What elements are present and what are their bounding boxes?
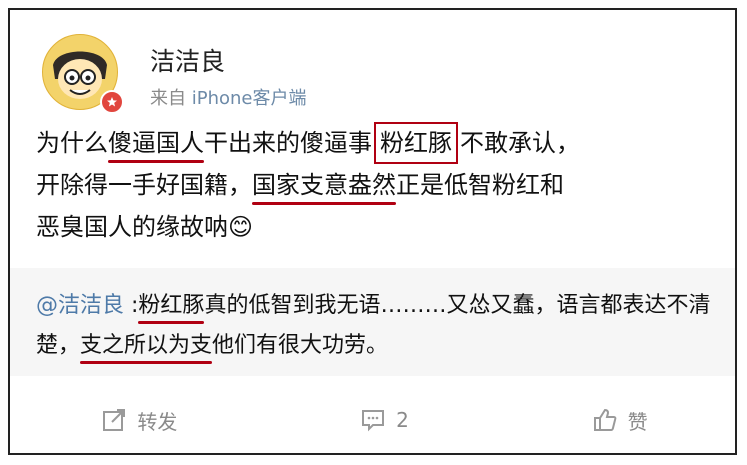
underlined-phrase: 傻逼国人 — [108, 129, 204, 157]
action-bar: 转发 2 赞 — [10, 390, 735, 450]
boxed-phrase: 粉红豚 — [374, 122, 458, 164]
mention-link[interactable]: @洁洁良 — [36, 293, 124, 318]
quote-text: @洁洁良 :粉红豚真的低智到我无语………又怂又蠢，语言都表达不清楚，支之所以为支… — [36, 286, 711, 366]
smile-emoji-icon: 😊 — [228, 213, 254, 241]
verified-badge-icon — [100, 90, 124, 114]
text-segment: 干出来的傻逼事 — [204, 129, 372, 157]
text-segment: 不敢承认， — [460, 129, 580, 157]
post-source: 来自 iPhone客户端 — [150, 84, 307, 110]
quoted-reply: @洁洁良 :粉红豚真的低智到我无语………又怂又蠢，语言都表达不清楚，支之所以为支… — [10, 268, 735, 376]
underlined-phrase: 国家支意盎然 — [252, 171, 396, 199]
share-button[interactable]: 转发 — [101, 406, 177, 435]
comment-icon — [362, 410, 385, 432]
source-client[interactable]: iPhone客户端 — [192, 88, 307, 109]
text-segment: 为什么 — [36, 129, 108, 157]
text-segment: 他们有很大功劳。 — [212, 333, 389, 358]
text-segment: : — [124, 293, 139, 318]
source-prefix: 来自 — [150, 88, 186, 109]
share-icon — [103, 409, 126, 431]
weibo-post-card: 洁洁良 来自 iPhone客户端 为什么傻逼国人干出来的傻逼事 粉红豚 不敢承认， … — [8, 8, 737, 455]
text-segment: 开除得一手好国籍， — [36, 171, 252, 199]
comment-button[interactable]: 2 — [360, 407, 409, 433]
comment-count: 2 — [396, 408, 409, 432]
post-body: 为什么傻逼国人干出来的傻逼事 粉红豚 不敢承认， 开除得一手好国籍，国家支意盎然正是… — [36, 122, 711, 248]
like-button[interactable]: 赞 — [592, 406, 648, 435]
text-segment: 恶臭国人的缘故呐 — [36, 213, 228, 241]
like-label: 赞 — [627, 409, 648, 434]
share-label: 转发 — [137, 409, 178, 434]
underlined-phrase: 粉红豚 — [138, 293, 205, 318]
username[interactable]: 洁洁良 — [150, 42, 225, 78]
underlined-phrase: 支之所以为支 — [80, 333, 213, 358]
thumbs-up-icon — [593, 408, 617, 431]
post-header: 洁洁良 来自 iPhone客户端 — [42, 34, 682, 126]
text-segment: 正是低智粉红和 — [396, 171, 564, 199]
